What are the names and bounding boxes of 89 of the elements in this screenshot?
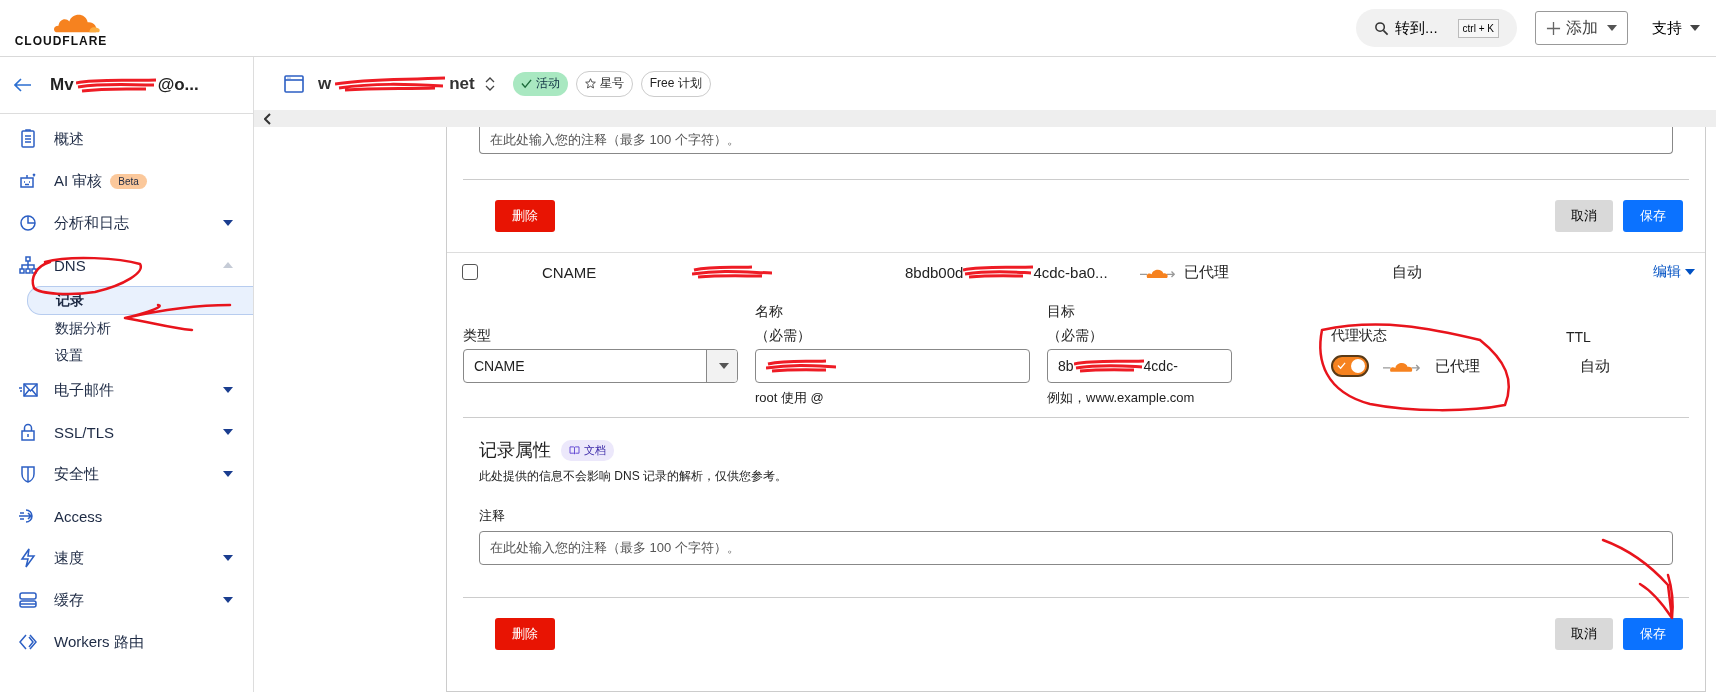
caret-icon xyxy=(1690,25,1700,31)
cloudflare-logo[interactable]: CLOUDFLARE xyxy=(12,8,110,48)
nav-item[interactable]: 概述 xyxy=(0,118,253,160)
field-label: 注释 xyxy=(479,507,506,525)
nav-item[interactable]: DNS xyxy=(0,244,253,286)
shortcut-key: ctrl + K xyxy=(1457,18,1499,38)
record-type: CNAME xyxy=(542,263,598,281)
required-note: （必需） xyxy=(1047,327,1104,345)
field-label: 目标 xyxy=(1047,303,1076,321)
section-title: 记录属性 xyxy=(479,439,551,462)
book-icon xyxy=(569,445,580,455)
nav-item[interactable]: Workers 路由 xyxy=(0,621,253,663)
delete-button[interactable]: 删除 xyxy=(495,200,555,232)
ttl-value: 自动 xyxy=(1392,262,1423,282)
field-label: 类型 xyxy=(463,327,492,345)
section-description: 此处提供的信息不会影响 DNS 记录的解析，仅供您参考。 xyxy=(479,468,788,485)
status-badge: 活动 xyxy=(512,71,568,96)
redaction-scribble xyxy=(963,264,1034,280)
account-name: Mv xyxy=(50,75,74,95)
edit-link[interactable]: 编辑 xyxy=(1653,263,1695,281)
field-hint: root 使用 @ xyxy=(755,389,825,407)
chevron-left-icon xyxy=(264,112,272,125)
search-button[interactable]: 转到... ctrl + K xyxy=(1356,9,1517,47)
caret-icon xyxy=(1607,25,1617,31)
lock-icon xyxy=(18,422,38,442)
field-label: 代理状态 xyxy=(1331,327,1388,345)
check-icon xyxy=(1337,361,1346,370)
network-icon xyxy=(18,255,38,275)
robot-icon xyxy=(18,171,38,191)
pie-icon xyxy=(18,213,38,233)
nav-item[interactable]: 速度 xyxy=(0,537,253,579)
proxy-status: 已代理 xyxy=(1435,356,1480,376)
plus-icon xyxy=(1546,20,1561,36)
mail-icon xyxy=(18,380,38,400)
required-note: （必需） xyxy=(755,327,812,345)
browser-window-icon xyxy=(284,74,304,93)
search-icon xyxy=(1374,20,1390,36)
nav-item[interactable]: Access xyxy=(0,495,253,537)
cancel-button[interactable]: 取消 xyxy=(1555,200,1613,232)
domain-name: net xyxy=(449,73,475,94)
delete-button[interactable]: 删除 xyxy=(495,618,555,650)
name-field[interactable] xyxy=(755,349,1030,383)
field-hint: 例如，www.example.com xyxy=(1047,389,1196,407)
proxy-toggle[interactable] xyxy=(1331,355,1369,377)
nav-subitem[interactable]: 设置 xyxy=(27,342,253,369)
redaction-scribble xyxy=(1073,358,1144,374)
record-content: 4cdc-ba0... xyxy=(1033,263,1108,281)
checkbox[interactable] xyxy=(462,264,478,280)
beta-badge: Beta xyxy=(110,173,147,189)
save-button[interactable]: 保存 xyxy=(1623,618,1683,650)
proxy-status: 已代理 xyxy=(1184,262,1229,282)
caret-icon xyxy=(719,363,729,369)
domain-name: w xyxy=(318,73,332,94)
field-value: 4cdc- xyxy=(1143,358,1178,374)
support-button[interactable]: 支持 xyxy=(1646,17,1706,39)
back-arrow-icon[interactable] xyxy=(14,78,32,92)
doc-icon xyxy=(18,129,38,149)
search-label: 转到... xyxy=(1395,18,1438,38)
add-button[interactable]: 添加 xyxy=(1535,11,1628,45)
switch-domain-icon[interactable] xyxy=(484,75,495,92)
check-icon xyxy=(520,78,532,89)
redaction-scribble xyxy=(766,358,836,374)
account-name: @o... xyxy=(157,75,199,95)
add-label: 添加 xyxy=(1566,17,1598,38)
type-select[interactable]: CNAME xyxy=(463,349,738,383)
nav-item[interactable]: SSL/TLS xyxy=(0,411,253,453)
nav-item[interactable]: 安全性 xyxy=(0,453,253,495)
ttl-value: 自动 xyxy=(1579,356,1610,376)
note-field[interactable]: 在此处输入您的注释（最多 100 个字符）。 xyxy=(479,531,1673,565)
star-icon xyxy=(584,78,596,89)
nav-subitem[interactable]: 数据分析 xyxy=(27,315,253,342)
nav-item[interactable]: 分析和日志 xyxy=(0,202,253,244)
field-label: 名称 xyxy=(755,303,784,321)
record-content: 8bdb00d xyxy=(905,263,964,281)
shield-icon xyxy=(18,464,38,484)
bolt-icon xyxy=(18,548,38,568)
field-label: TTL xyxy=(1566,329,1592,345)
note-field[interactable]: 在此处输入您的注释（最多 100 个字符）。 xyxy=(479,127,1673,154)
cancel-button[interactable]: 取消 xyxy=(1555,618,1613,650)
nav-item[interactable]: 缓存 xyxy=(0,579,253,621)
docs-link[interactable]: 文档 xyxy=(561,439,614,461)
code-icon xyxy=(18,632,38,652)
stack-icon xyxy=(18,590,38,610)
save-button[interactable]: 保存 xyxy=(1623,200,1683,232)
target-field[interactable]: 8b 4cdc- xyxy=(1047,349,1232,383)
nav-item[interactable]: AI 审核 Beta xyxy=(0,160,253,202)
nav-item[interactable]: 电子邮件 xyxy=(0,369,253,411)
field-value: 8b xyxy=(1058,358,1074,374)
caret-icon xyxy=(1685,269,1695,275)
